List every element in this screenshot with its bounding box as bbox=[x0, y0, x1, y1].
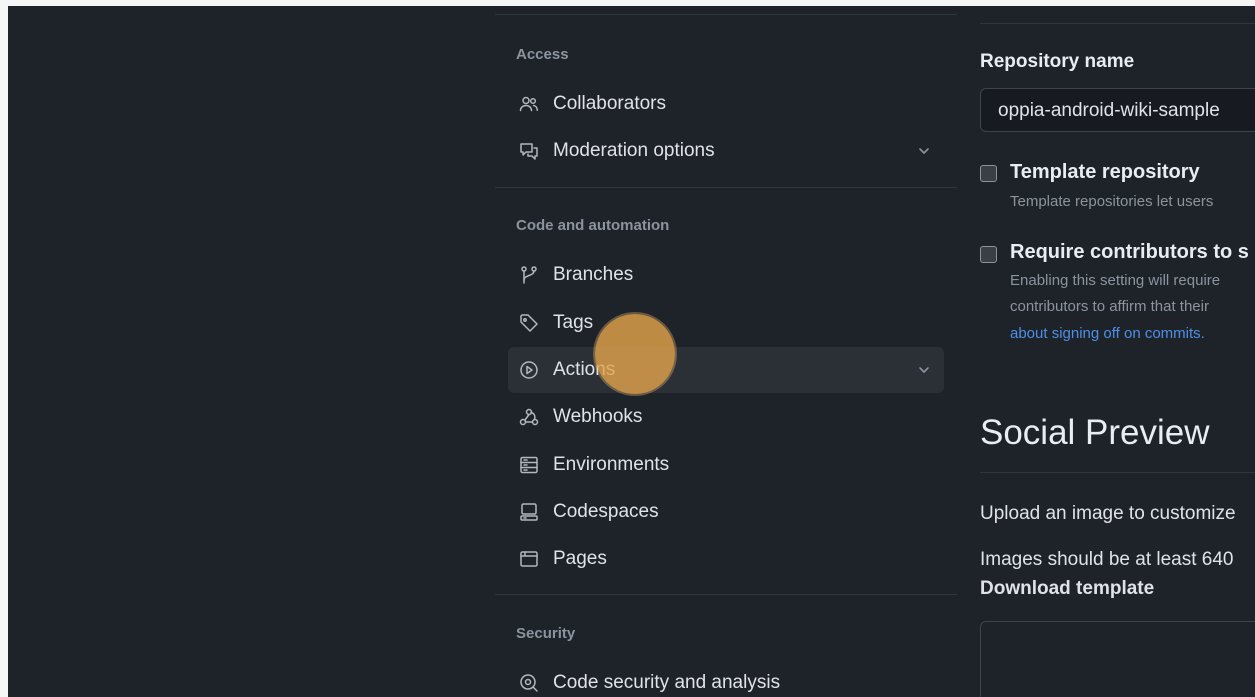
sidebar-item-pages[interactable]: Pages bbox=[508, 536, 944, 582]
section-title-security: Security bbox=[516, 625, 576, 642]
sidebar-item-moderation-options[interactable]: Moderation options bbox=[508, 128, 944, 174]
require-signoff-description: Enabling this setting will require bbox=[1010, 272, 1221, 289]
sidebar-item-label: Environments bbox=[553, 454, 670, 475]
sidebar-item-code-security[interactable]: Code security and analysis bbox=[508, 660, 944, 697]
repository-name-label: Repository name bbox=[980, 51, 1135, 72]
settings-page: Access Collaborators Moderation options … bbox=[8, 6, 1255, 697]
require-signoff-description: contributors to affirm that their bbox=[1010, 298, 1209, 315]
social-preview-upload-text: Upload an image to customize bbox=[980, 503, 1236, 524]
require-signoff-label: Require contributors to s bbox=[1010, 241, 1249, 263]
sidebar-item-label: Codespaces bbox=[553, 501, 659, 522]
sidebar-item-label: Webhooks bbox=[553, 406, 643, 427]
webhook-icon bbox=[518, 406, 540, 428]
divider bbox=[495, 594, 957, 595]
template-repository-checkbox[interactable] bbox=[980, 165, 997, 182]
section-title-access: Access bbox=[516, 46, 569, 63]
server-icon bbox=[518, 454, 540, 476]
browser-icon bbox=[518, 548, 540, 570]
sidebar-item-codespaces[interactable]: Codespaces bbox=[508, 489, 944, 535]
sidebar-item-branches[interactable]: Branches bbox=[508, 252, 944, 298]
sidebar-item-label: Pages bbox=[553, 548, 607, 569]
sidebar-item-label: Collaborators bbox=[553, 93, 666, 114]
template-repository-description: Template repositories let users bbox=[1010, 193, 1214, 210]
download-template-link[interactable]: Download template bbox=[980, 578, 1154, 600]
divider bbox=[980, 23, 1255, 24]
sidebar-item-environments[interactable]: Environments bbox=[508, 442, 944, 488]
social-preview-image-box[interactable] bbox=[980, 621, 1255, 697]
sidebar-item-webhooks[interactable]: Webhooks bbox=[508, 394, 944, 440]
play-icon bbox=[518, 359, 540, 381]
signoff-learn-more-link[interactable]: about signing off on commits. bbox=[1010, 325, 1205, 342]
codespaces-icon bbox=[518, 501, 540, 523]
people-icon bbox=[518, 93, 540, 115]
sidebar-item-actions[interactable]: Actions bbox=[508, 347, 944, 393]
divider bbox=[980, 472, 1255, 473]
repository-name-input[interactable]: oppia-android-wiki-sample bbox=[980, 88, 1255, 132]
template-repository-label: Template repository bbox=[1010, 161, 1200, 183]
sidebar-item-label: Branches bbox=[553, 264, 634, 285]
sidebar-item-label: Code security and analysis bbox=[553, 672, 781, 693]
sidebar-item-label: Moderation options bbox=[553, 140, 715, 161]
divider bbox=[495, 14, 957, 15]
divider bbox=[495, 187, 957, 188]
section-title-code-automation: Code and automation bbox=[516, 217, 670, 234]
chevron-down-icon[interactable] bbox=[916, 143, 932, 159]
tag-icon bbox=[518, 312, 540, 334]
comment-discussion-icon bbox=[518, 140, 540, 162]
git-branch-icon bbox=[518, 264, 540, 286]
social-preview-heading: Social Preview bbox=[980, 413, 1210, 452]
chevron-down-icon[interactable] bbox=[916, 362, 932, 378]
sidebar-item-label: Tags bbox=[553, 312, 594, 333]
sidebar-item-collaborators[interactable]: Collaborators bbox=[508, 81, 944, 127]
codescan-icon bbox=[518, 672, 540, 694]
require-signoff-checkbox[interactable] bbox=[980, 246, 997, 263]
click-indicator bbox=[595, 314, 675, 394]
sidebar-item-tags[interactable]: Tags bbox=[508, 300, 944, 346]
social-preview-size-text: Images should be at least 640 bbox=[980, 549, 1234, 570]
